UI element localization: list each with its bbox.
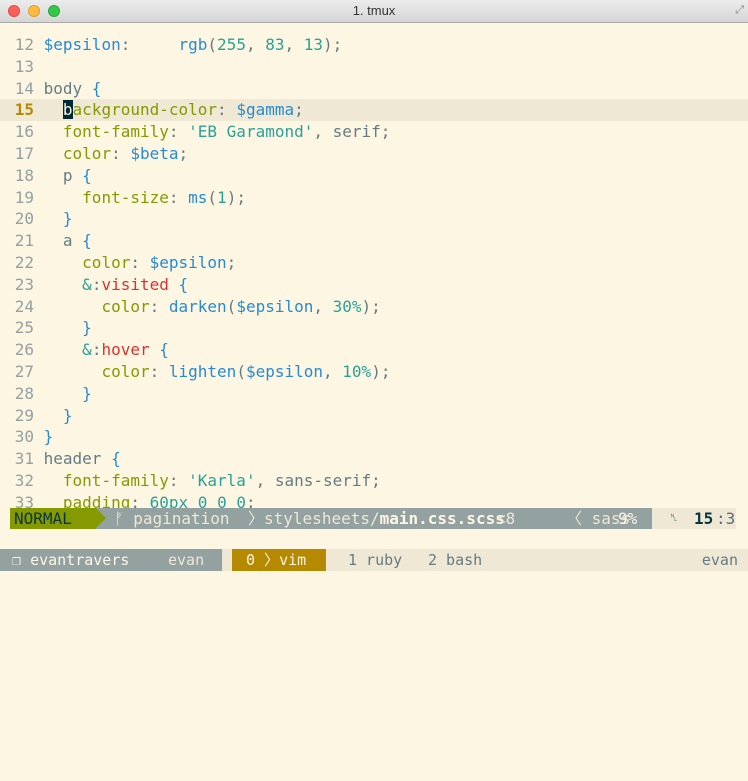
- code-text: font-family: 'Karla', sans-serif;: [62, 470, 381, 490]
- active-window-name: vim: [279, 551, 307, 569]
- window-title: 1. tmux: [352, 3, 396, 18]
- code-line[interactable]: 29 }: [0, 405, 748, 427]
- tmux-session[interactable]: ❐ evantravers: [0, 549, 160, 571]
- text-cursor: b: [62, 100, 73, 120]
- mode-indicator: NORMAL: [10, 508, 96, 529]
- code-line[interactable]: 17 color: $beta;: [0, 143, 748, 165]
- code-line[interactable]: 14 body {: [0, 78, 748, 100]
- tmux-window-active[interactable]: 0 〉vim: [232, 549, 326, 571]
- line-number: 25: [14, 318, 34, 338]
- session-name: evantravers: [30, 551, 130, 569]
- line-number: 14: [14, 78, 34, 98]
- path-separator: 〉: [248, 509, 265, 528]
- line-number: 24: [14, 296, 34, 316]
- tmux-status-bar: ❐ evantravers evan 0 〉vim 1 ruby 2 bash …: [0, 549, 748, 571]
- code-text: &:hover {: [82, 340, 169, 360]
- line-number: 19: [14, 187, 34, 207]
- line-number: 21: [14, 231, 34, 251]
- session-icon: ❐: [12, 551, 31, 569]
- tmux-user: evan: [701, 551, 738, 569]
- line-number: 32: [14, 470, 34, 490]
- code-text: font-size: ms(1);: [82, 187, 246, 207]
- code-text: color: $beta;: [62, 143, 189, 163]
- git-branch: ᚠ pagination: [114, 508, 230, 529]
- code-line[interactable]: 19 font-size: ms(1);: [0, 187, 748, 209]
- line-number: 22: [14, 252, 34, 272]
- buffer-number: <8: [496, 509, 516, 528]
- cursor-column: :3: [716, 509, 736, 528]
- mode-separator: [96, 508, 106, 528]
- active-window-index: 0: [246, 551, 256, 569]
- line-number: 31: [14, 449, 34, 469]
- line-number: 16: [14, 122, 34, 142]
- code-text: a {: [34, 231, 92, 251]
- line-number: 17: [14, 143, 34, 163]
- cursor-line: 15: [694, 509, 714, 528]
- line-number: 27: [14, 361, 34, 381]
- branch-name: pagination: [133, 509, 230, 528]
- code-line[interactable]: 22 color: $epsilon;: [0, 252, 748, 274]
- line-number: 13: [14, 56, 34, 76]
- code-text: body {: [34, 78, 102, 98]
- code-line[interactable]: 13: [0, 56, 748, 78]
- code-line[interactable]: 31 header {: [0, 448, 748, 470]
- code-text: }: [62, 405, 73, 425]
- path-file: main.css.scss: [379, 509, 505, 528]
- code-text: p {: [34, 165, 92, 185]
- code-text: }: [82, 318, 92, 338]
- code-line[interactable]: 27 color: lighten($epsilon, 10%);: [0, 361, 748, 383]
- percent-through: 9%: [618, 509, 638, 528]
- filetype-separator: 〈: [566, 509, 592, 528]
- tmux-host: evan: [168, 551, 205, 569]
- code-line[interactable]: 26 &:hover {: [0, 339, 748, 361]
- code-line[interactable]: 21 a {: [0, 230, 748, 252]
- code-text: background-color: $gamma;: [62, 100, 304, 120]
- line-number: 30: [14, 427, 34, 447]
- line-number: 15: [14, 100, 34, 120]
- file-path: 〉stylesheets/main.css.scss: [248, 508, 505, 529]
- vim-statusline: NORMAL ᚠ pagination 〉stylesheets/main.cs…: [10, 508, 736, 529]
- code-text: color: darken($epsilon, 30%);: [101, 296, 381, 316]
- code-text: color: $epsilon;: [82, 252, 237, 272]
- line-number-icon: ␤: [670, 513, 678, 524]
- fullscreen-icon[interactable]: ⤢: [735, 4, 744, 17]
- line-number: 26: [14, 340, 34, 360]
- code-line[interactable]: 25 }: [0, 317, 748, 339]
- terminal-window: 1. tmux ⤢ 12 $epsilon: rgb(255, 83, 13);…: [0, 0, 748, 571]
- tmux-window-2[interactable]: 2 bash: [428, 549, 482, 571]
- line-number: 18: [14, 165, 34, 185]
- tmux-window-1[interactable]: 1 ruby: [348, 549, 402, 571]
- line-number: 28: [14, 383, 34, 403]
- code-line[interactable]: 18 p {: [0, 165, 748, 187]
- line-number: 29: [14, 405, 34, 425]
- code-line[interactable]: 24 color: darken($epsilon, 30%);: [0, 296, 748, 318]
- code-text: }: [43, 427, 54, 447]
- code-editor[interactable]: 12 $epsilon: rgb(255, 83, 13); 13 14 body…: [0, 34, 748, 514]
- line-number: 20: [14, 209, 34, 229]
- line-number: 12: [14, 35, 34, 54]
- code-line[interactable]: 16 font-family: 'EB Garamond', serif;: [0, 121, 748, 143]
- code-text: &:visited {: [82, 274, 189, 294]
- code-text: font-family: 'EB Garamond', serif;: [62, 122, 391, 142]
- code-line[interactable]: 15 background-color: $gamma;: [0, 99, 748, 122]
- code-text: }: [82, 383, 92, 403]
- code-line[interactable]: 23 &:visited {: [0, 274, 748, 296]
- code-line[interactable]: 30 }: [0, 426, 748, 448]
- window-separator: 〉: [255, 551, 280, 569]
- code-line[interactable]: 20 }: [0, 208, 748, 230]
- branch-icon: ᚠ: [114, 509, 134, 528]
- code-line[interactable]: 32 font-family: 'Karla', sans-serif;: [0, 470, 748, 492]
- code-text: color: lighten($epsilon, 10%);: [101, 361, 391, 381]
- line-number: 23: [14, 274, 34, 294]
- code-line[interactable]: 12 $epsilon: rgb(255, 83, 13);: [0, 34, 748, 56]
- code-text: header {: [34, 449, 121, 469]
- code-line[interactable]: 28 }: [0, 383, 748, 405]
- code-text: $epsilon: rgb(255, 83, 13);: [43, 35, 343, 54]
- path-dir: stylesheets/: [264, 509, 380, 528]
- code-text: }: [62, 209, 73, 229]
- title-bar[interactable]: 1. tmux ⤢: [0, 0, 748, 23]
